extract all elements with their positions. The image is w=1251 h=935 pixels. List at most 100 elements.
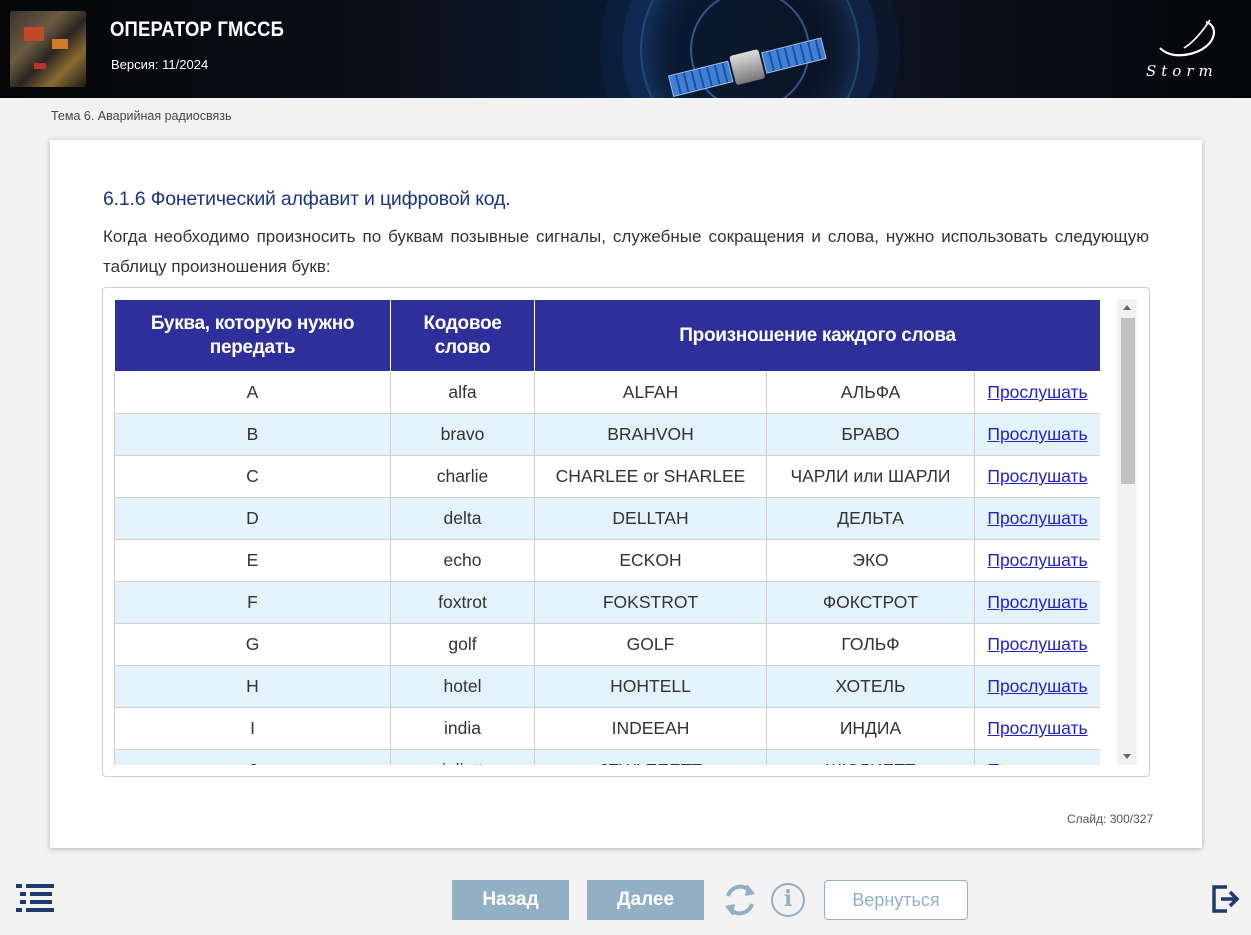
cell-pronunciation-latin: FOKSTROT (534, 581, 767, 624)
cell-pronunciation-latin: DELLTAH (534, 497, 767, 540)
cell-code-word: echo (390, 539, 535, 582)
table-body: Aalfa ALFAH АЛЬФА Прослушать Bbravo BRAHVOH БР… (114, 371, 1100, 765)
listen-link[interactable]: Прослушать (987, 508, 1087, 528)
table-row: Iindia INDEEAH ИНДИА Прослушать (114, 707, 1100, 750)
cell-letter: B (114, 413, 391, 456)
scroll-down-arrow-icon[interactable] (1123, 754, 1131, 759)
slide-card: 6.1.6 Фонетический алфавит и цифровой ко… (50, 140, 1202, 848)
listen-link[interactable]: Прослушать (987, 382, 1087, 402)
cell-letter: J (114, 749, 391, 765)
cell-pronunciation-cyrillic: ДЕЛЬТА (766, 497, 975, 540)
cell-pronunciation-latin: ECKOH (534, 539, 767, 582)
cell-code-word: india (390, 707, 535, 750)
cell-letter: I (114, 707, 391, 750)
cell-code-word: golf (390, 623, 535, 666)
listen-link[interactable]: Прослушать (987, 550, 1087, 570)
menu-list-icon[interactable] (16, 884, 54, 912)
listen-link[interactable]: Прослушать (987, 634, 1087, 654)
cell-code-word: hotel (390, 665, 535, 708)
table-row: Eecho ECKOH ЭКО Прослушать (114, 539, 1100, 582)
table-row: JjuliettJEWLEEETTЖЮЛИЕТТ Прослушать (114, 749, 1100, 765)
page-title: 6.1.6 Фонетический алфавит и цифровой ко… (103, 188, 511, 210)
listen-link[interactable]: Прослушать (987, 424, 1087, 444)
header-pronunciation: Произношение каждого слова (533, 299, 1100, 372)
cell-code-word: bravo (390, 413, 535, 456)
header-code-word: Кодовое слово (390, 299, 535, 372)
cell-listen: Прослушать (973, 581, 1100, 624)
version-label: Версия: 11/2024 (111, 57, 209, 72)
cell-letter: C (114, 455, 391, 498)
cell-pronunciation-latin: HOHTELL (534, 665, 767, 708)
cell-listen: Прослушать (973, 749, 1100, 765)
storm-logo: Storm (1144, 18, 1228, 86)
cell-pronunciation-cyrillic: АЛЬФА (766, 371, 975, 414)
cell-pronunciation-latin: ALFAH (534, 371, 767, 414)
app-title: ОПЕРАТОР ГМССБ (110, 18, 285, 41)
cell-listen: Прослушать (973, 413, 1100, 456)
table-row: Aalfa ALFAH АЛЬФА Прослушать (114, 371, 1100, 414)
return-button[interactable]: Вернуться (824, 880, 968, 920)
listen-link[interactable]: Прослушать (987, 592, 1087, 612)
table-row: Ffoxtrot FOKSTROT ФОКСТРОТ Прослушать (114, 581, 1100, 624)
next-button[interactable]: Далее (587, 880, 704, 920)
listen-link[interactable]: Прослушать (987, 760, 1087, 765)
slide-current: 300 (1109, 812, 1130, 826)
info-icon[interactable]: i (771, 883, 805, 917)
back-button[interactable]: Назад (452, 880, 569, 920)
cell-pronunciation-cyrillic: ИНДИА (766, 707, 975, 750)
cell-code-word: alfa (390, 371, 535, 414)
cell-letter: F (114, 581, 391, 624)
table-header-row: Буква, которую нужно передать Кодовое сл… (114, 299, 1100, 372)
cell-letter: G (114, 623, 391, 666)
cell-pronunciation-cyrillic: ГОЛЬФ (766, 623, 975, 666)
cell-letter: H (114, 665, 391, 708)
scrollbar-thumb[interactable] (1121, 318, 1135, 484)
cell-pronunciation-cyrillic: БРАВО (766, 413, 975, 456)
cell-pronunciation-cyrillic: ХОТЕЛЬ (766, 665, 975, 708)
logo-wordmark: Storm (1146, 62, 1218, 80)
table-row: Ddelta DELLTAH ДЕЛЬТА Прослушать (114, 497, 1100, 540)
phonetic-alphabet-table: Буква, которую нужно передать Кодовое сл… (114, 299, 1100, 765)
header-letter: Буква, которую нужно передать (114, 299, 391, 372)
table-row: Bbravo BRAHVOH БРАВО Прослушать (114, 413, 1100, 456)
cell-code-word: charlie (390, 455, 535, 498)
cell-code-word: juliett (390, 749, 535, 765)
cell-listen: Прослушать (973, 665, 1100, 708)
table-row: Ggolf GOLF ГОЛЬФ Прослушать (114, 623, 1100, 666)
intro-text: Когда необходимо произносить по буквам п… (103, 227, 1149, 276)
listen-link[interactable]: Прослушать (987, 676, 1087, 696)
app-header: ОПЕРАТОР ГМССБ Версия: 11/2024 Storm (0, 0, 1251, 98)
cell-listen: Прослушать (973, 497, 1100, 540)
cell-pronunciation-latin: INDEEAH (534, 707, 767, 750)
listen-link[interactable]: Прослушать (987, 718, 1087, 738)
slide-total: 327 (1133, 812, 1154, 826)
cell-pronunciation-cyrillic: ЭКО (766, 539, 975, 582)
scroll-up-arrow-icon[interactable] (1123, 305, 1131, 310)
exit-icon[interactable] (1211, 884, 1241, 914)
cell-code-word: foxtrot (390, 581, 535, 624)
cell-pronunciation-cyrillic: ЧАРЛИ или ШАРЛИ (766, 455, 975, 498)
table-viewport: Буква, которую нужно передать Кодовое сл… (114, 299, 1100, 765)
breadcrumb: Тема 6. Аварийная радиосвязь (51, 109, 232, 123)
cell-listen: Прослушать (973, 707, 1100, 750)
cell-pronunciation-latin: CHARLEE or SHARLEE (534, 455, 767, 498)
cell-listen: Прослушать (973, 371, 1100, 414)
table-row: Hhotel HOHTELL ХОТЕЛЬ Прослушать (114, 665, 1100, 708)
cell-listen: Прослушать (973, 455, 1100, 498)
cell-pronunciation-cyrillic: ЖЮЛИЕТТ (766, 749, 975, 765)
cell-pronunciation-latin: JEWLEEETT (534, 749, 767, 765)
table-container[interactable]: Буква, которую нужно передать Кодовое сл… (102, 287, 1150, 777)
cell-pronunciation-latin: GOLF (534, 623, 767, 666)
cell-letter: E (114, 539, 391, 582)
cell-pronunciation-cyrillic: ФОКСТРОТ (766, 581, 975, 624)
cell-pronunciation-latin: BRAHVOH (534, 413, 767, 456)
cell-listen: Прослушать (973, 623, 1100, 666)
listen-link[interactable]: Прослушать (987, 466, 1087, 486)
table-scrollbar[interactable] (1117, 299, 1137, 765)
slide-label: Слайд: (1067, 812, 1107, 826)
cell-letter: A (114, 371, 391, 414)
refresh-icon[interactable] (721, 880, 759, 920)
slide-counter: Слайд: 300/327 (1067, 812, 1153, 826)
cell-code-word: delta (390, 497, 535, 540)
course-thumbnail (10, 11, 86, 87)
